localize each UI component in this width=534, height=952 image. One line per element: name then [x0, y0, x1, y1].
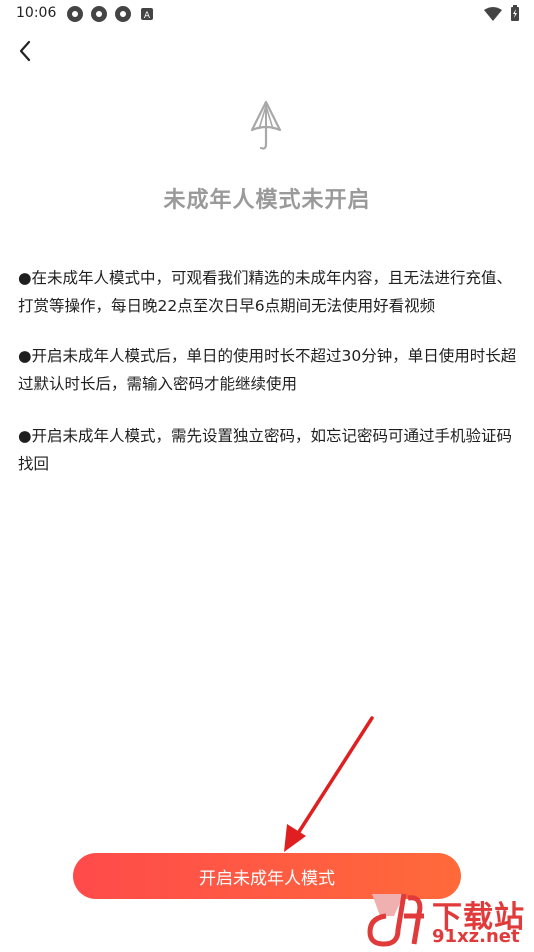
battery-icon — [510, 5, 520, 25]
bullet: ● — [18, 427, 32, 445]
rule-text: 开启未成年人模式，需先设置独立密码，如忘记密码可通过手机验证码找回 — [18, 427, 513, 473]
bullet: ● — [18, 269, 32, 287]
cta-label: 开启未成年人模式 — [199, 868, 335, 889]
rule-item: ●在未成年人模式中，可观看我们精选的未成年内容，且无法进行充值、打赏等操作，每日… — [18, 264, 518, 320]
svg-text:A: A — [144, 11, 151, 21]
page-title: 未成年人模式未开启 — [163, 188, 371, 213]
rule-text: 开启未成年人模式后，单日的使用时长不超过30分钟，单日使用时长超过默认时长后，需… — [18, 347, 517, 393]
rule-item: ●开启未成年人模式，需先设置独立密码，如忘记密码可通过手机验证码找回 — [18, 422, 518, 478]
status-bar: 10:06 A — [0, 0, 534, 28]
bullet: ● — [18, 347, 32, 365]
app-icon — [66, 5, 84, 23]
status-time: 10:06 — [16, 5, 57, 21]
app-icon — [90, 5, 108, 23]
back-button[interactable] — [14, 38, 38, 64]
watermark-url: 91xz.net — [432, 926, 520, 947]
status-icons-left: A — [66, 5, 156, 23]
chevron-left-icon — [19, 40, 31, 62]
wifi-icon — [484, 6, 502, 25]
umbrella-icon — [249, 100, 283, 152]
status-right — [484, 5, 520, 25]
app-icon — [114, 5, 132, 23]
a-icon: A — [138, 5, 156, 23]
watermark-logo — [364, 888, 430, 948]
rule-item: ●开启未成年人模式后，单日的使用时长不超过30分钟，单日使用时长超过默认时长后，… — [18, 342, 518, 398]
rule-text: 在未成年人模式中，可观看我们精选的未成年内容，且无法进行充值、打赏等操作，每日晚… — [18, 269, 513, 315]
